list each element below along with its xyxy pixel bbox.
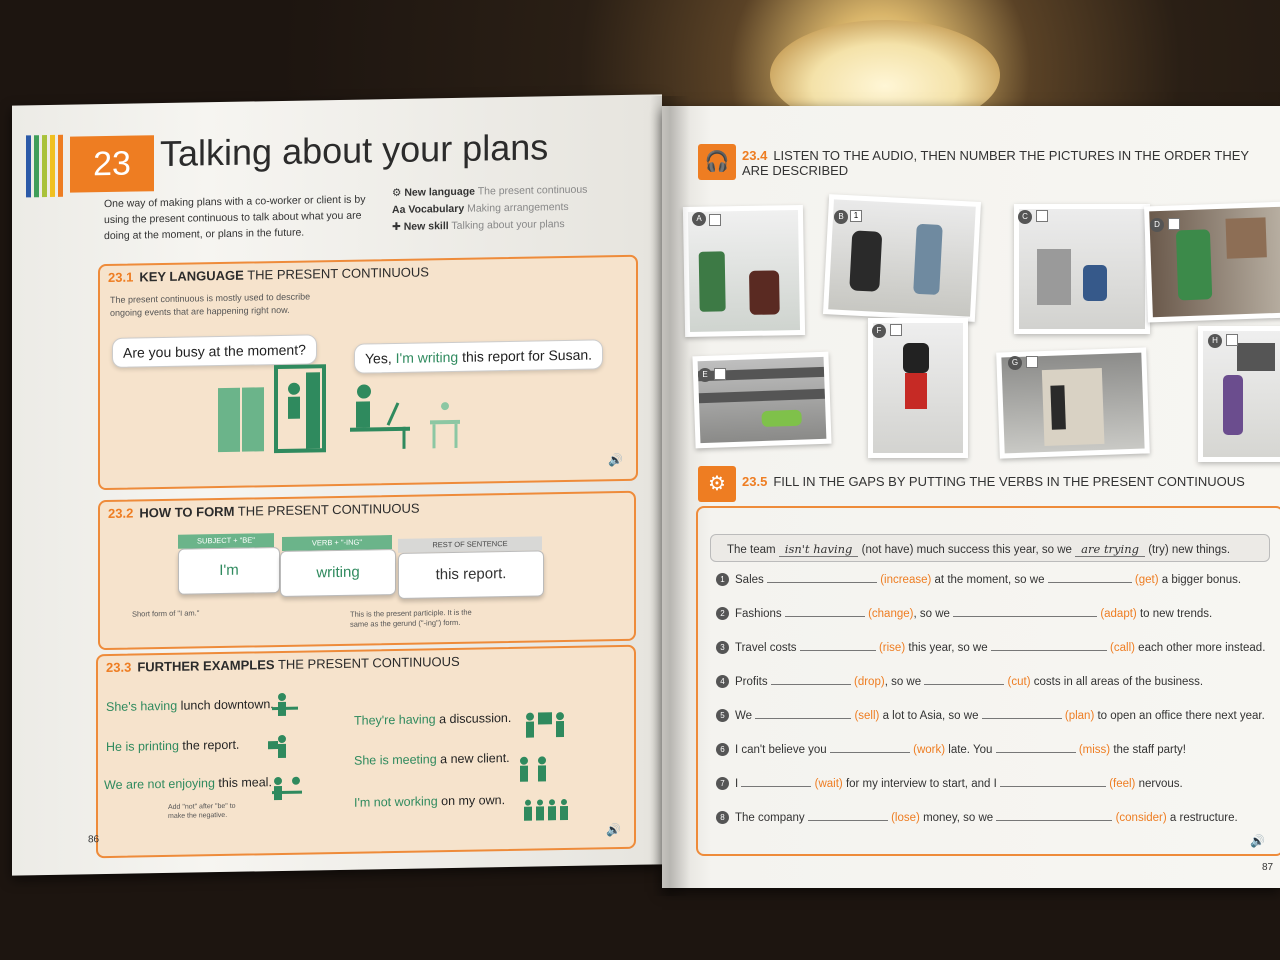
answer-blank[interactable] — [784, 606, 865, 617]
section-further-examples: 23.3 FURTHER EXAMPLES THE PRESENT CONTINU… — [96, 644, 636, 859]
note-participle: This is the present participle. It is th… — [350, 607, 472, 629]
section-heading-listen: 23.4 LISTEN TO THE AUDIO, THEN NUMBER THE… — [742, 148, 1249, 178]
puzzle-icon: ✚ — [392, 220, 404, 234]
answer-box[interactable] — [890, 324, 902, 336]
answer-box[interactable] — [1226, 334, 1238, 346]
section-description: The present continuous is mostly used to… — [110, 291, 311, 318]
puzzle-piece-rest: this report. — [398, 550, 544, 599]
picture-label: D — [1150, 218, 1164, 232]
answer-blank[interactable] — [981, 708, 1062, 719]
picture-label: F — [872, 324, 886, 338]
answer-blank[interactable] — [766, 572, 877, 583]
section-key-language: 23.1 KEY LANGUAGE THE PRESENT CONTINUOUS … — [98, 254, 638, 491]
answer-blank[interactable] — [924, 674, 1005, 685]
answer-blank[interactable] — [770, 674, 851, 685]
page-number: 87 — [1262, 862, 1274, 873]
answer-box[interactable] — [1026, 356, 1038, 368]
left-page: 23 Talking about your plans One way of m… — [12, 94, 662, 876]
meta-item: ✚ New skill Talking about your plans — [392, 218, 565, 234]
exercise-item: 7I (wait) for my interview to start, and… — [716, 776, 1183, 791]
answer-blank[interactable] — [999, 776, 1106, 787]
people-icons — [268, 692, 568, 821]
intro-text: One way of making plans with a co-worker… — [104, 193, 366, 243]
unit-number: 23 — [70, 135, 154, 193]
puzzle-gear-icon: ⚙ — [698, 466, 736, 502]
answer-box[interactable] — [709, 214, 721, 226]
puzzle-piece-subject: I'm — [178, 546, 280, 595]
example-sentence: The team isn't having (not have) much su… — [710, 534, 1270, 562]
answer-blank[interactable] — [996, 810, 1113, 821]
gear-icon: ⚙ — [392, 186, 405, 200]
page-number: 86 — [88, 834, 100, 846]
answer-blank[interactable] — [741, 776, 812, 787]
text-icon: Aa — [392, 203, 409, 217]
puzzle-piece-verb: writing — [280, 548, 396, 597]
answer-box[interactable]: 1 — [850, 210, 862, 222]
picture-label: C — [1018, 210, 1032, 224]
picture-label: B — [834, 210, 848, 224]
section-heading: 23.2 HOW TO FORM THE PRESENT CONTINUOUS — [108, 500, 420, 521]
office-illustration — [218, 364, 460, 454]
meta-list: ⚙ New language The present continuous Aa… — [392, 182, 587, 236]
speaker-icon[interactable]: 🔊 — [606, 823, 621, 837]
section-how-to-form: 23.2 HOW TO FORM THE PRESENT CONTINUOUS S… — [98, 490, 636, 651]
example-sentence: She's having lunch downtown. — [106, 697, 274, 715]
answer-box[interactable] — [1036, 210, 1048, 222]
answer-blank[interactable] — [799, 640, 876, 651]
speaker-icon[interactable]: 🔊 — [1250, 834, 1265, 848]
answer-blank[interactable] — [829, 742, 910, 753]
picture-f — [868, 318, 968, 458]
picture-label: E — [698, 368, 712, 382]
exercise-item: 4 Profits (drop), so we (cut) costs in al… — [716, 674, 1203, 689]
speaker-icon[interactable]: 🔊 — [608, 453, 623, 467]
page-title: Talking about your plans — [160, 126, 549, 175]
exercise-item: 3 Travel costs (rise) this year, so we (c… — [716, 640, 1265, 655]
picture-d — [1144, 201, 1280, 323]
picture-label: A — [692, 212, 706, 226]
example-sentence: He is printing the report. — [106, 737, 240, 755]
picture-label: H — [1208, 334, 1222, 348]
color-stripes — [26, 134, 66, 198]
exercise-item: 2 Fashions (change), so we (adapt) to new… — [716, 606, 1212, 621]
picture-label: G — [1008, 356, 1022, 370]
answer-blank[interactable] — [995, 742, 1076, 753]
section-heading-fill-gaps: 23.5 FILL IN THE GAPS BY PUTTING THE VERB… — [742, 474, 1245, 489]
answer-blank[interactable] — [755, 708, 852, 719]
answer-box[interactable] — [714, 368, 726, 380]
picture-e — [692, 351, 832, 449]
exercise-item: 6I can't believe you (work) late. You (m… — [716, 742, 1186, 757]
exercise-item: 8 The company (lose) money, so we (consid… — [716, 810, 1238, 825]
exercise-item: 1 Sales (increase) at the moment, so we (… — [716, 572, 1241, 587]
picture-c — [1014, 204, 1150, 334]
section-heading: 23.1 KEY LANGUAGE THE PRESENT CONTINUOUS — [108, 264, 429, 285]
headphones-icon: 🎧 — [698, 144, 736, 180]
answer-blank[interactable] — [953, 606, 1098, 617]
note-negative: Add "not" after "be" to make the negativ… — [168, 802, 236, 820]
answer-blank[interactable] — [1047, 572, 1132, 583]
right-page: 🎧 23.4 LISTEN TO THE AUDIO, THEN NUMBER T… — [662, 106, 1280, 888]
example-sentence: We are not enjoying this meal. — [104, 775, 272, 793]
book: 23 Talking about your plans One way of m… — [10, 94, 1280, 896]
note-short-form: Short form of "I am." — [132, 608, 200, 619]
exercise-item: 5 We (sell) a lot to Asia, so we (plan) t… — [716, 708, 1265, 723]
answer-box[interactable] — [1168, 218, 1180, 230]
book-spine-shadow — [650, 96, 690, 896]
answer-blank[interactable] — [990, 640, 1107, 651]
section-heading: 23.3 FURTHER EXAMPLES THE PRESENT CONTINU… — [106, 653, 460, 676]
answer-blank[interactable] — [807, 810, 888, 821]
